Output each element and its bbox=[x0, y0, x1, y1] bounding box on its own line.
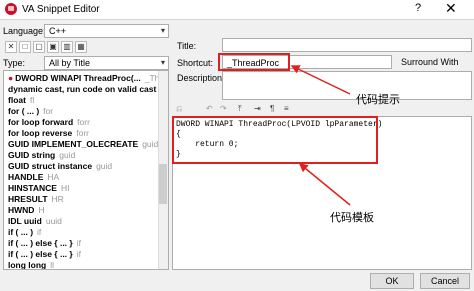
list-item[interactable]: for loop reverse forr bbox=[8, 128, 89, 138]
new-snippet-icon[interactable]: □ bbox=[19, 41, 31, 53]
shortcut-arrow bbox=[290, 65, 351, 95]
list-item[interactable]: long long ll bbox=[8, 260, 54, 269]
cancel-button[interactable]: Cancel bbox=[420, 273, 470, 289]
list-item[interactable]: HRESULT HR bbox=[8, 194, 64, 204]
list-item[interactable]: if ( ... ) else { ... } if bbox=[8, 249, 81, 259]
shortcut-label: Shortcut: bbox=[177, 58, 214, 68]
list-item[interactable]: if ( ... ) else { ... } if bbox=[8, 238, 81, 248]
list-item[interactable]: for ( ... ) for bbox=[8, 106, 53, 116]
list-item[interactable]: HINSTANCE HI bbox=[8, 183, 69, 193]
title-label: Title: bbox=[177, 41, 197, 51]
help-icon[interactable]: ? bbox=[415, 2, 421, 14]
list-item[interactable]: GUID string guid bbox=[8, 150, 75, 160]
chevron-down-icon: ▾ bbox=[160, 58, 165, 67]
list-item[interactable]: float fl bbox=[8, 95, 34, 105]
indent-icon[interactable]: ⇥ bbox=[254, 104, 261, 113]
list-item[interactable]: ●DWORD WINAPI ThreadProc(..._Threa bbox=[8, 73, 168, 83]
undo-icon[interactable]: ↶ bbox=[206, 104, 213, 113]
language-value: C++ bbox=[49, 26, 67, 36]
ok-button[interactable]: OK bbox=[370, 273, 414, 289]
import-icon[interactable]: ▥ bbox=[61, 41, 73, 53]
list-item[interactable]: GUID IMPLEMENT_OLECREATE guid bbox=[8, 139, 158, 149]
annotation-arrows bbox=[290, 65, 351, 206]
redo-icon[interactable]: ↷ bbox=[220, 104, 227, 113]
undo-list-icon[interactable]: ⎌ bbox=[176, 104, 182, 114]
paste-icon[interactable]: ▣ bbox=[47, 41, 59, 53]
list-item[interactable]: HWND H bbox=[8, 205, 45, 215]
app-icon bbox=[5, 3, 17, 15]
paragraph-icon[interactable]: ¶ bbox=[270, 104, 274, 113]
title-input[interactable] bbox=[222, 38, 472, 52]
list-item[interactable]: IDL uuid uuid bbox=[8, 216, 62, 226]
type-value: All by Title bbox=[49, 58, 91, 68]
window-title: VA Snippet Editor bbox=[22, 4, 100, 15]
template-arrow bbox=[298, 163, 351, 206]
close-icon[interactable]: ✕ bbox=[445, 0, 457, 17]
type-select[interactable]: All by Title ▾ bbox=[44, 56, 169, 70]
snippet-list[interactable]: ●DWORD WINAPI ThreadProc(..._Threa dynam… bbox=[3, 70, 169, 270]
copy-icon[interactable]: ▢ bbox=[33, 41, 45, 53]
list-item[interactable]: if ( ... ) if bbox=[8, 227, 41, 237]
list-toolbar: ✕ □ ▢ ▣ ▥ ▦ bbox=[3, 41, 169, 54]
list-item[interactable]: dynamic cast, run code on valid castdy bbox=[8, 84, 168, 94]
list-item[interactable]: GUID struct instance guid bbox=[8, 161, 112, 171]
language-label: Language: bbox=[3, 26, 46, 36]
description-label: Description: bbox=[177, 73, 225, 83]
list-item[interactable]: for loop forward forr bbox=[8, 117, 90, 127]
delete-icon[interactable]: ✕ bbox=[5, 41, 17, 53]
list-item[interactable]: HANDLE HA bbox=[8, 172, 59, 182]
template-hint-annotation: 代码模板 bbox=[330, 212, 374, 224]
shortcut-hint-annotation: 代码提示 bbox=[356, 94, 400, 106]
selected-bullet-icon: ● bbox=[8, 73, 14, 83]
export-icon[interactable]: ▦ bbox=[75, 41, 87, 53]
type-label: Type: bbox=[3, 58, 26, 68]
chevron-down-icon: ▾ bbox=[160, 26, 165, 35]
language-select[interactable]: C++ ▾ bbox=[44, 24, 169, 38]
scrollbar-thumb[interactable] bbox=[159, 164, 167, 204]
outdent-icon[interactable]: ⤒ bbox=[238, 104, 242, 114]
